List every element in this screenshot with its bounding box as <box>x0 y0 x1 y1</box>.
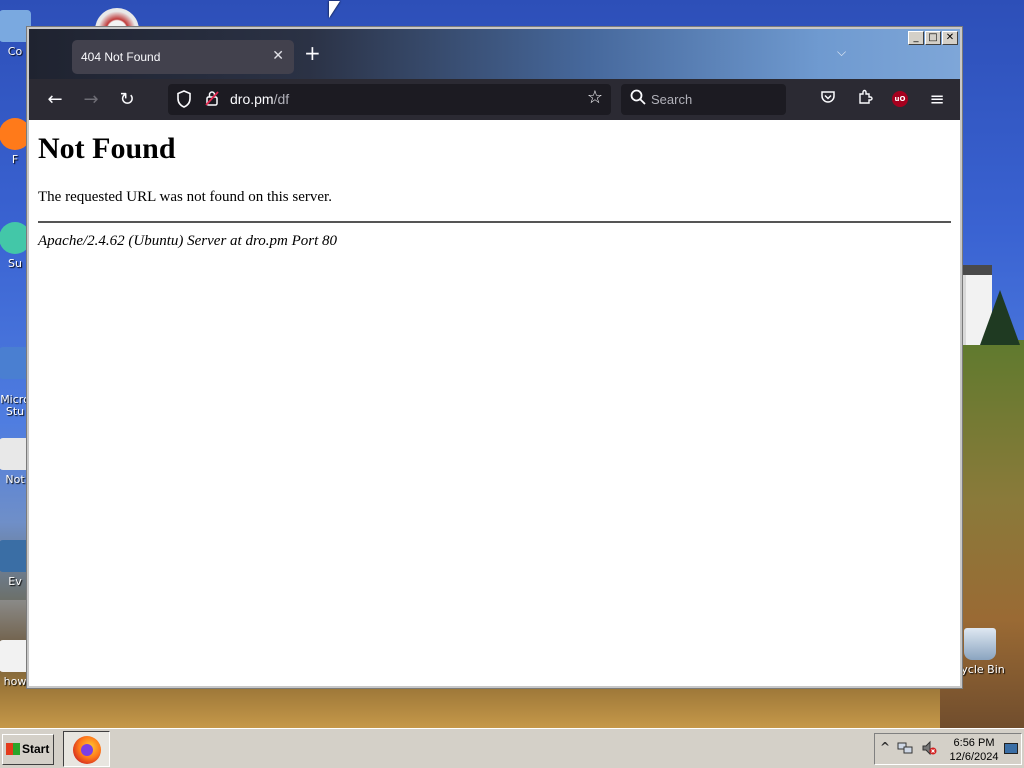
search-placeholder: Search <box>651 92 693 107</box>
clock[interactable]: 6:56 PM 12/6/2024 <box>949 736 999 764</box>
show-desktop-icon[interactable] <box>1004 743 1018 754</box>
firefox-window: 404 Not Found ✕ + ⌵ _ □ ✕ ← → ↻ dro.pm/d… <box>27 27 962 688</box>
tab-close-icon[interactable]: ✕ <box>272 47 284 64</box>
clock-time: 6:56 PM <box>953 737 995 749</box>
reload-button[interactable]: ↻ <box>114 87 140 113</box>
system-tray: ^ 6:56 PM 12/6/2024 <box>874 733 1022 765</box>
url-bar[interactable]: dro.pm/df ☆ <box>168 84 611 115</box>
desktop-icon-label: Micro Stu <box>0 393 30 418</box>
mouse-cursor <box>329 1 340 18</box>
tracking-protection-shield-icon[interactable] <box>176 90 192 108</box>
desktop-icon-label: cycle Bin <box>955 663 1005 676</box>
search-bar[interactable]: Search <box>621 84 786 115</box>
extensions-icon[interactable] <box>852 87 878 113</box>
volume-muted-icon[interactable] <box>921 740 937 759</box>
bookmark-star-icon[interactable]: ☆ <box>587 87 603 108</box>
desktop-icon-label: how <box>3 675 27 688</box>
server-signature: Apache/2.4.62 (Ubuntu) Server at dro.pm … <box>38 233 337 249</box>
desktop-icon-label: Su <box>8 257 22 270</box>
recycle-bin-icon <box>964 628 996 660</box>
insecure-lock-icon[interactable] <box>205 90 219 110</box>
minimize-button[interactable]: _ <box>908 31 924 45</box>
close-window-button[interactable]: ✕ <box>942 31 958 45</box>
new-tab-button[interactable]: + <box>304 43 321 63</box>
search-icon <box>630 89 646 109</box>
taskbar-firefox-button[interactable] <box>63 731 110 767</box>
app-menu-icon[interactable]: ≡ <box>924 87 950 113</box>
pocket-icon[interactable] <box>815 87 841 113</box>
list-all-tabs-button[interactable]: ⌵ <box>837 45 846 60</box>
desktop-icon-label: Co <box>7 45 23 58</box>
desktop-tree <box>980 290 1020 345</box>
taskbar: Start ^ 6:56 PM 12/6/2024 <box>0 728 1024 768</box>
browser-titlebar[interactable]: 404 Not Found ✕ + ⌵ _ □ ✕ <box>29 29 960 79</box>
tab-404-not-found[interactable]: 404 Not Found ✕ <box>72 40 294 74</box>
start-button[interactable]: Start <box>2 734 54 765</box>
back-button[interactable]: ← <box>42 87 68 113</box>
ublock-origin-icon[interactable]: uO <box>892 91 908 107</box>
page-content: Not Found The requested URL was not foun… <box>29 120 960 686</box>
url-host: dro.pm <box>230 91 274 107</box>
navigation-toolbar: ← → ↻ dro.pm/df ☆ Search uO ≡ <box>29 79 960 120</box>
forward-button[interactable]: → <box>78 87 104 113</box>
firefox-icon <box>73 736 101 764</box>
maximize-button[interactable]: □ <box>925 31 941 45</box>
desktop-icon-label: Ev <box>8 575 22 588</box>
start-label: Start <box>22 742 50 756</box>
show-hidden-icons-button[interactable]: ^ <box>880 740 890 754</box>
url-path: /df <box>273 91 290 107</box>
page-heading: Not Found <box>38 132 176 165</box>
error-message: The requested URL was not found on this … <box>38 189 332 205</box>
tab-title: 404 Not Found <box>81 50 161 64</box>
divider <box>38 221 951 223</box>
window-controls: _ □ ✕ <box>908 31 958 45</box>
network-icon[interactable] <box>897 740 913 759</box>
desktop-icon-label: F <box>11 153 19 166</box>
url-text[interactable]: dro.pm/df <box>230 91 289 107</box>
desktop-icon-label: Not <box>5 473 25 486</box>
windows-logo-icon <box>6 743 20 755</box>
clock-date: 12/6/2024 <box>949 751 999 763</box>
